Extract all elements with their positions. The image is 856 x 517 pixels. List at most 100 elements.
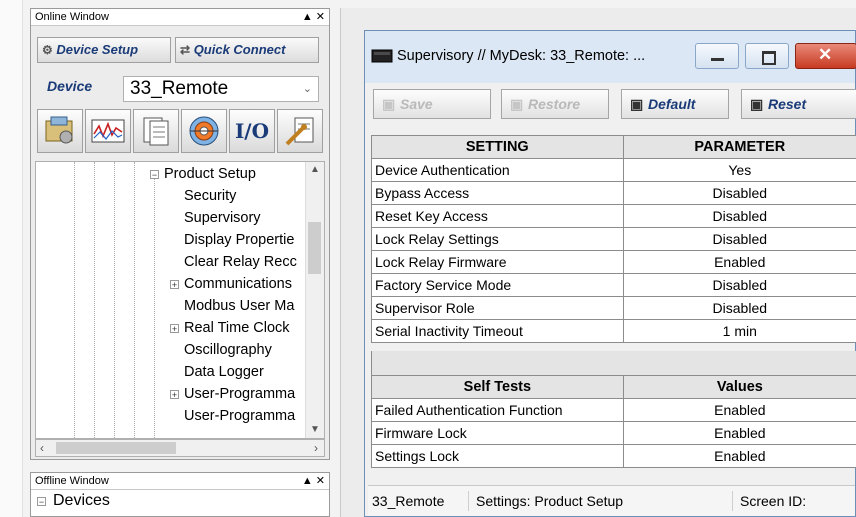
tree-guide-line bbox=[134, 162, 135, 438]
setting-value[interactable]: Disabled bbox=[622, 181, 856, 205]
online-device-tree: − Product Setup Security Supervisory Dis… bbox=[35, 161, 325, 439]
setting-value[interactable]: Yes bbox=[622, 158, 856, 182]
setting-value[interactable]: Disabled bbox=[622, 204, 856, 228]
self-test-value[interactable]: Enabled bbox=[622, 421, 856, 445]
tree-item-data-logger[interactable]: Data Logger bbox=[184, 362, 264, 382]
maximize-icon bbox=[762, 51, 776, 65]
maximize-button[interactable] bbox=[745, 43, 789, 69]
table-row: Serial Inactivity Timeout 1 min bbox=[371, 319, 856, 343]
scroll-up-icon[interactable]: ▲ bbox=[310, 164, 320, 175]
online-window-title: Online Window bbox=[35, 11, 109, 23]
tree-item-oscillography[interactable]: Oscillography bbox=[184, 340, 272, 360]
expand-icon[interactable]: + bbox=[170, 324, 179, 334]
settings-header-row: SETTING PARAMETER bbox=[371, 135, 856, 159]
tree-item-user-programmable-1[interactable]: User-Programma bbox=[184, 384, 295, 404]
window-app-icon bbox=[371, 49, 393, 63]
save-disk-icon: ▣ bbox=[382, 96, 396, 112]
default-disk-icon: ▣ bbox=[630, 96, 644, 112]
device-select[interactable]: 33_Remote ⌄ bbox=[123, 76, 319, 102]
offline-window-panel: Offline Window ▲ ✕ − Devices bbox=[30, 472, 330, 517]
device-label: Device bbox=[47, 78, 93, 94]
settings-folder-icon bbox=[45, 116, 73, 144]
protection-button[interactable] bbox=[181, 109, 227, 153]
tree-vertical-scrollbar[interactable]: ▲ ▼ bbox=[305, 162, 324, 438]
self-test-value[interactable]: Enabled bbox=[622, 398, 856, 422]
tree-horizontal-scrollbar[interactable]: ‹ › bbox=[35, 439, 325, 457]
setting-name: Serial Inactivity Timeout bbox=[371, 319, 624, 343]
tree-item-supervisory[interactable]: Supervisory bbox=[184, 208, 261, 228]
close-button[interactable]: ✕ bbox=[795, 43, 856, 69]
tree-guide-line bbox=[114, 162, 115, 438]
tree-item-security[interactable]: Security bbox=[184, 186, 236, 206]
reset-button[interactable]: ▣ Reset bbox=[741, 89, 856, 119]
device-row: Device 33_Remote ⌄ bbox=[35, 76, 325, 102]
self-test-name: Failed Authentication Function bbox=[371, 398, 624, 422]
waveform-icon bbox=[91, 119, 125, 143]
self-tests-header-row: Self Tests Values bbox=[371, 375, 856, 399]
scroll-down-icon[interactable]: ▼ bbox=[310, 424, 320, 435]
table-row: Lock Relay Firmware Enabled bbox=[371, 250, 856, 274]
setting-name: Lock Relay Firmware bbox=[371, 250, 624, 274]
status-bar: 33_Remote Settings: Product Setup Screen… bbox=[368, 485, 855, 516]
io-button[interactable]: I/O bbox=[229, 109, 275, 153]
tree-guide-line bbox=[154, 176, 155, 438]
default-button[interactable]: ▣ Default bbox=[621, 89, 729, 119]
tree-item-modbus-user-map[interactable]: Modbus User Ma bbox=[184, 296, 294, 316]
scroll-right-icon[interactable]: › bbox=[314, 441, 318, 455]
tree-item-product-setup[interactable]: Product Setup bbox=[164, 164, 256, 184]
device-setup-label: Device Setup bbox=[56, 42, 139, 57]
tree-item-devices[interactable]: Devices bbox=[53, 491, 110, 511]
tree-item-display-properties[interactable]: Display Propertie bbox=[184, 230, 294, 250]
online-window-title-buttons[interactable]: ▲ ✕ bbox=[302, 9, 325, 25]
quick-connect-button[interactable]: ⇄ Quick Connect bbox=[175, 37, 319, 63]
settings-table: SETTING PARAMETER Device Authentication Y… bbox=[371, 135, 856, 343]
setting-name: Supervisor Role bbox=[371, 296, 624, 320]
setting-value[interactable]: 1 min bbox=[622, 319, 856, 343]
scroll-left-icon[interactable]: ‹ bbox=[40, 441, 44, 455]
column-header-self-tests: Self Tests bbox=[371, 375, 624, 399]
setting-value[interactable]: Disabled bbox=[622, 273, 856, 297]
device-setup-button[interactable]: ⚙ Device Setup bbox=[37, 37, 171, 63]
scroll-thumb[interactable] bbox=[308, 222, 321, 274]
collapse-icon[interactable]: − bbox=[37, 497, 46, 507]
tools-button[interactable] bbox=[277, 109, 323, 153]
status-settings: Settings: Product Setup bbox=[476, 493, 624, 509]
reset-label: Reset bbox=[768, 96, 807, 112]
minimize-button[interactable] bbox=[695, 43, 739, 69]
restore-button[interactable]: ▣ Restore bbox=[501, 89, 609, 119]
tree-item-user-programmable-2[interactable]: User-Programma bbox=[184, 406, 295, 426]
table-row: Firmware Lock Enabled bbox=[371, 421, 856, 445]
expand-icon[interactable]: + bbox=[170, 280, 179, 290]
supervisory-titlebar: Supervisory // MyDesk: 33_Remote: ... ✕ bbox=[365, 31, 856, 83]
table-row: Reset Key Access Disabled bbox=[371, 204, 856, 228]
table-spacer bbox=[371, 351, 856, 375]
setting-name: Reset Key Access bbox=[371, 204, 624, 228]
tree-item-real-time-clock[interactable]: Real Time Clock bbox=[184, 318, 290, 338]
actual-values-button[interactable] bbox=[85, 109, 131, 153]
tree-item-clear-relay-records[interactable]: Clear Relay Recc bbox=[184, 252, 297, 272]
table-row: Bypass Access Disabled bbox=[371, 181, 856, 205]
setting-name: Device Authentication bbox=[371, 158, 624, 182]
table-row: Failed Authentication Function Enabled bbox=[371, 398, 856, 422]
save-button[interactable]: ▣ Save bbox=[373, 89, 491, 119]
status-screen-id: Screen ID: bbox=[740, 493, 807, 509]
scroll-thumb[interactable] bbox=[56, 442, 176, 454]
collapse-icon[interactable]: − bbox=[150, 170, 159, 180]
online-settings-button[interactable] bbox=[37, 109, 83, 153]
setting-value[interactable]: Disabled bbox=[622, 227, 856, 251]
setting-value[interactable]: Disabled bbox=[622, 296, 856, 320]
tree-item-communications[interactable]: Communications bbox=[184, 274, 292, 294]
commands-button[interactable] bbox=[133, 109, 179, 153]
device-setup-icon: ⚙ bbox=[42, 43, 53, 57]
minimize-icon bbox=[711, 58, 724, 61]
column-header-values: Values bbox=[622, 375, 856, 399]
self-test-value[interactable]: Enabled bbox=[622, 444, 856, 468]
expand-icon[interactable]: + bbox=[170, 390, 179, 400]
table-row: Factory Service Mode Disabled bbox=[371, 273, 856, 297]
setting-value[interactable]: Enabled bbox=[622, 250, 856, 274]
supervisory-window: Supervisory // MyDesk: 33_Remote: ... ✕ … bbox=[364, 30, 856, 517]
offline-window-title-buttons[interactable]: ▲ ✕ bbox=[302, 473, 325, 489]
table-row: Lock Relay Settings Disabled bbox=[371, 227, 856, 251]
table-row: Settings Lock Enabled bbox=[371, 444, 856, 468]
wrench-document-icon bbox=[285, 117, 314, 146]
